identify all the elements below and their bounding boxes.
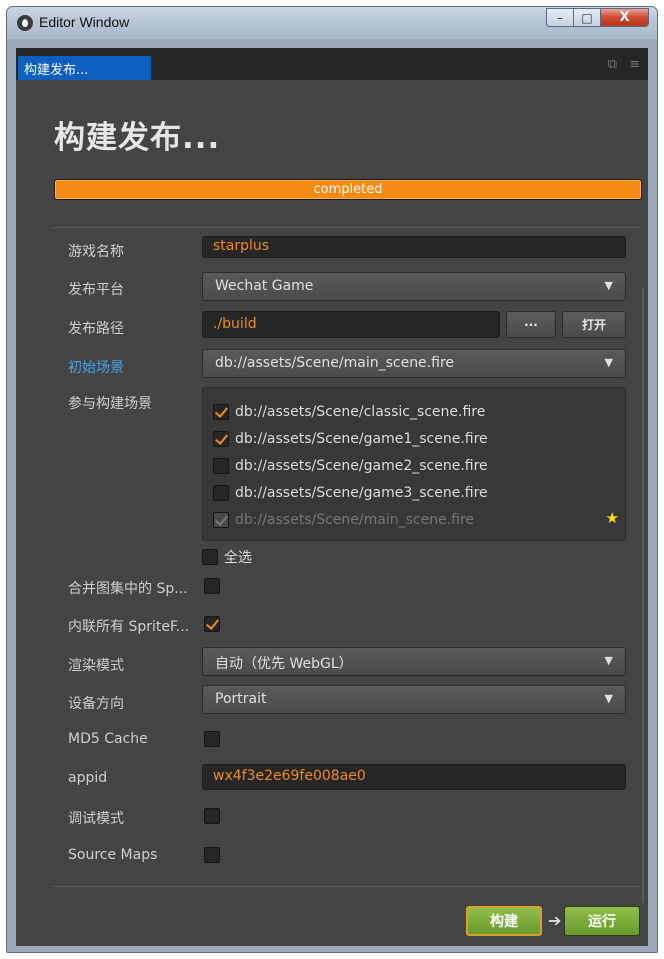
inline-spriteframe-checkbox[interactable]: [204, 616, 220, 632]
md5-cache-label: MD5 Cache: [68, 731, 148, 747]
maximize-button[interactable]: □: [574, 8, 601, 27]
dropdown-arrow-icon: ▼: [604, 654, 613, 667]
debug-mode-label: 调试模式: [68, 811, 124, 827]
game-name-label: 游戏名称: [68, 244, 124, 260]
checkbox-disabled: [213, 512, 229, 528]
divider-bottom: [52, 886, 640, 887]
scene-item[interactable]: db://assets/Scene/classic_scene.fire: [213, 404, 485, 420]
run-button[interactable]: 运行: [564, 906, 640, 936]
start-scene-label: 初始场景: [68, 360, 124, 376]
scene-name: db://assets/Scene/main_scene.fire: [235, 512, 475, 528]
editor-window: Editor Window – □ X 构建发布... ⧉ ≡ 构建发布... …: [6, 6, 658, 953]
orientation-select[interactable]: Portrait ▼: [202, 685, 626, 714]
scene-item[interactable]: db://assets/Scene/game2_scene.fire: [213, 458, 488, 474]
tab-build-publish[interactable]: 构建发布...: [18, 56, 151, 80]
build-progress-bar: completed: [54, 179, 642, 200]
debug-mode-checkbox[interactable]: [204, 808, 220, 824]
menu-icon[interactable]: ≡: [629, 57, 640, 72]
popout-icon[interactable]: ⧉: [608, 57, 617, 72]
source-maps-checkbox[interactable]: [204, 847, 220, 863]
inline-spriteframe-label: 内联所有 SpriteF...: [68, 619, 190, 635]
build-path-input[interactable]: ./build: [202, 311, 500, 338]
divider-top: [52, 227, 640, 228]
start-scene-star-icon: ★: [605, 509, 619, 527]
open-folder-button[interactable]: 打开: [562, 311, 626, 338]
page-title: 构建发布...: [54, 120, 221, 156]
select-all-checkbox[interactable]: [202, 549, 218, 565]
render-mode-label: 渲染模式: [68, 658, 124, 674]
window-controls: – □ X: [546, 8, 649, 27]
progress-status-text: completed: [313, 182, 383, 197]
checkbox[interactable]: [213, 404, 229, 420]
md5-cache-checkbox[interactable]: [204, 731, 220, 747]
scene-item-disabled: db://assets/Scene/main_scene.fire: [213, 512, 474, 528]
scene-name: db://assets/Scene/game3_scene.fire: [235, 485, 488, 501]
scene-name: db://assets/Scene/game1_scene.fire: [235, 431, 488, 447]
select-all-label: 全选: [224, 550, 252, 566]
browse-button[interactable]: ···: [506, 311, 556, 338]
dropdown-arrow-icon: ▼: [604, 279, 613, 292]
start-scene-select[interactable]: db://assets/Scene/main_scene.fire ▼: [202, 349, 626, 378]
game-name-input[interactable]: starplus: [202, 236, 626, 258]
close-button[interactable]: X: [601, 8, 649, 27]
checkbox[interactable]: [213, 458, 229, 474]
render-mode-select-value: 自动（优先 WebGL）: [215, 656, 353, 672]
orientation-select-value: Portrait: [215, 691, 267, 707]
arrow-right-icon: ➔: [548, 911, 562, 930]
start-scene-select-value: db://assets/Scene/main_scene.fire: [215, 355, 455, 371]
scene-item[interactable]: db://assets/Scene/game3_scene.fire: [213, 485, 488, 501]
window-title: Editor Window: [39, 14, 130, 30]
platform-label: 发布平台: [68, 282, 124, 298]
app-logo-icon: [17, 15, 33, 31]
scene-item[interactable]: db://assets/Scene/game1_scene.fire: [213, 431, 488, 447]
appid-label: appid: [68, 770, 108, 786]
build-button[interactable]: 构建: [466, 906, 542, 936]
render-mode-select[interactable]: 自动（优先 WebGL） ▼: [202, 647, 626, 676]
merge-atlas-label: 合并图集中的 Sp...: [68, 581, 188, 597]
tab-bar: 构建发布... ⧉ ≡: [16, 48, 648, 81]
source-maps-label: Source Maps: [68, 847, 158, 863]
platform-select-value: Wechat Game: [215, 278, 314, 294]
tab-tools: ⧉ ≡: [608, 57, 640, 72]
minimize-button[interactable]: –: [546, 8, 574, 27]
scene-name: db://assets/Scene/game2_scene.fire: [235, 458, 488, 474]
window-content: 构建发布... ⧉ ≡ 构建发布... completed 游戏名称 starp…: [16, 48, 648, 946]
title-bar[interactable]: Editor Window – □ X: [7, 7, 657, 39]
merge-atlas-checkbox[interactable]: [204, 578, 220, 594]
scrollbar[interactable]: [642, 288, 644, 903]
build-panel: 构建发布... completed 游戏名称 starplus 发布平台 Wec…: [16, 80, 648, 946]
dropdown-arrow-icon: ▼: [604, 356, 613, 369]
platform-select[interactable]: Wechat Game ▼: [202, 272, 626, 301]
appid-input[interactable]: wx4f3e2e69fe008ae0: [202, 764, 626, 790]
included-scenes-label: 参与构建场景: [68, 396, 152, 412]
scene-list: db://assets/Scene/classic_scene.fire db:…: [202, 387, 626, 541]
build-path-label: 发布路径: [68, 321, 124, 337]
orientation-label: 设备方向: [68, 696, 124, 712]
checkbox[interactable]: [213, 431, 229, 447]
checkbox[interactable]: [213, 485, 229, 501]
scene-name: db://assets/Scene/classic_scene.fire: [235, 404, 486, 420]
dropdown-arrow-icon: ▼: [604, 692, 613, 705]
select-all-row[interactable]: 全选: [202, 547, 252, 567]
